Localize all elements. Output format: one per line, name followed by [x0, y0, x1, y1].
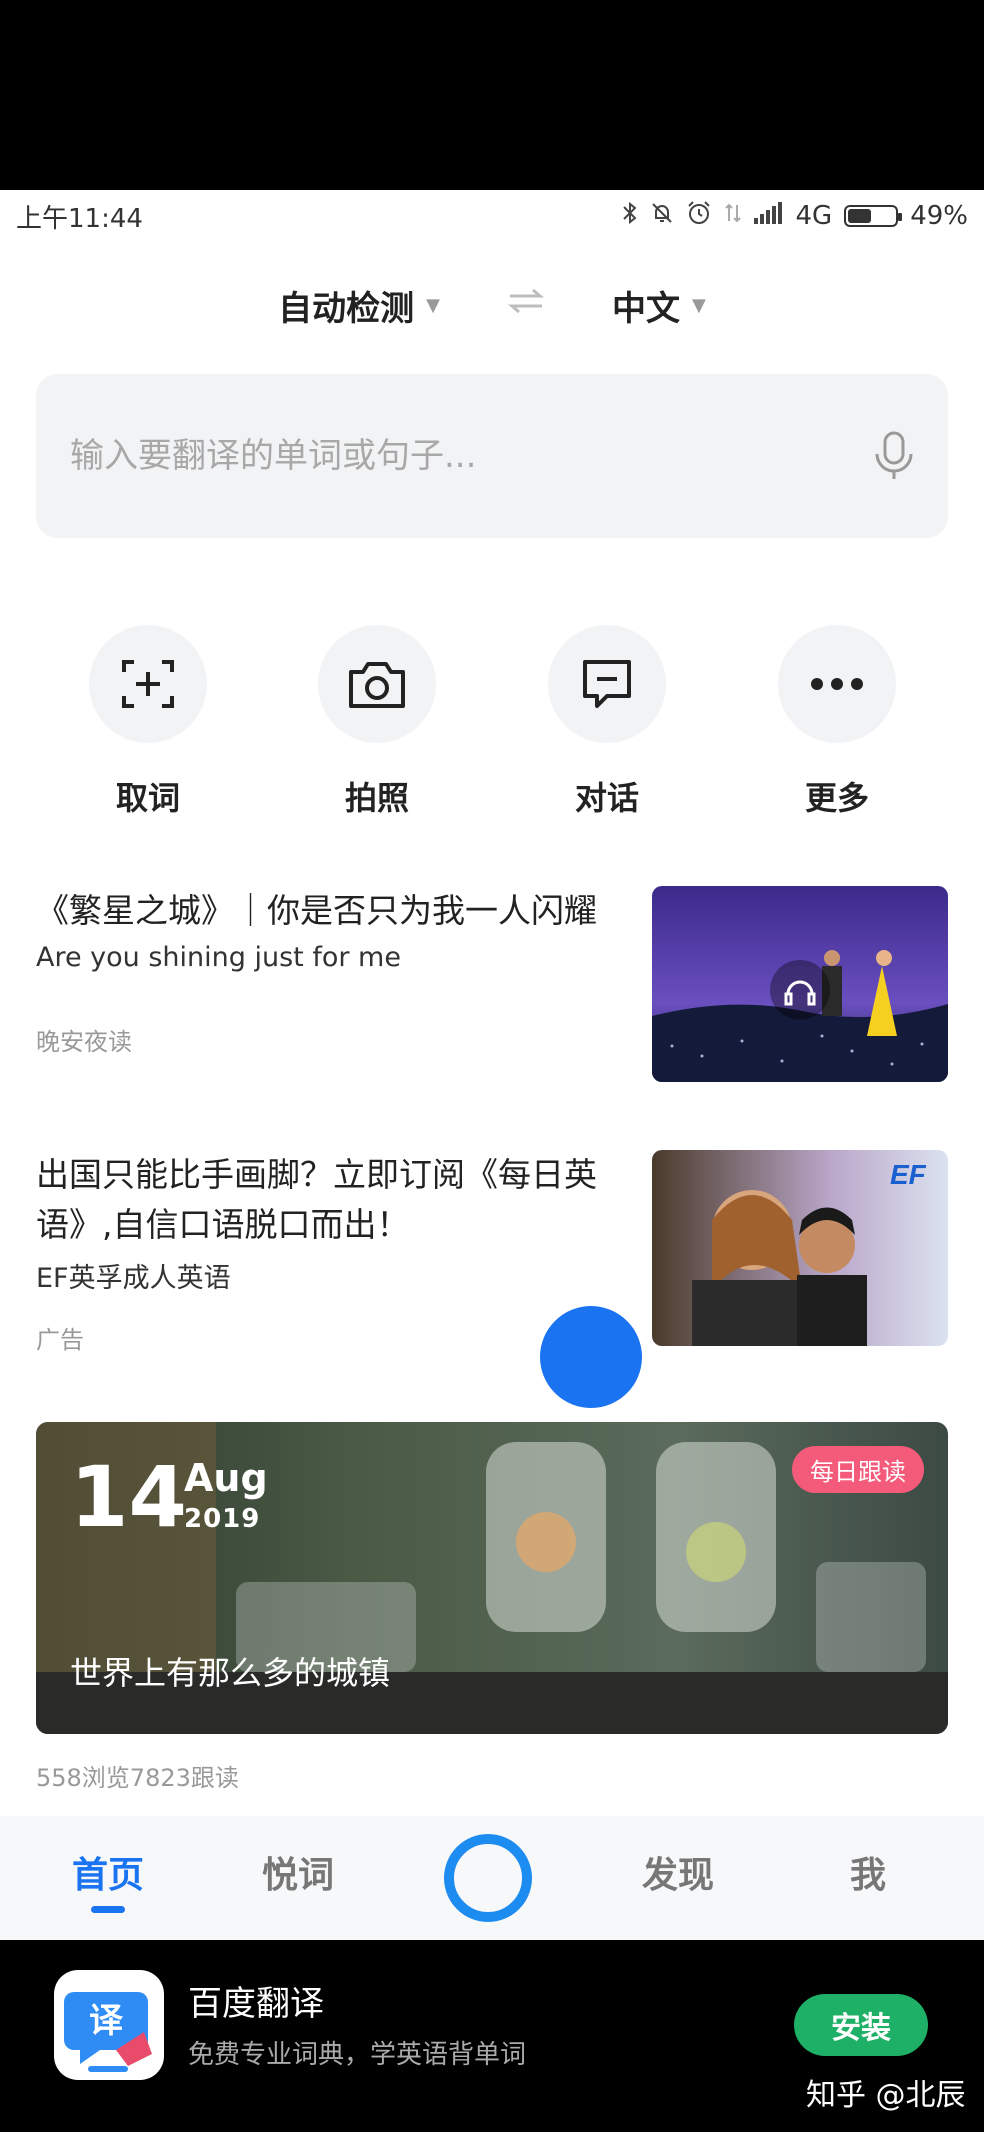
ad-label: 广告: [36, 1326, 84, 1354]
target-language-dropdown[interactable]: 中文 ▼: [612, 281, 706, 330]
ef-logo: EF: [890, 1159, 927, 1190]
promo-description: 免费专业词典，学英语背单词: [188, 2040, 527, 2070]
article-source: 晚安夜读: [36, 1028, 132, 1056]
daily-reading-card[interactable]: 14 Aug 2019 每日跟读 世界上有那么多的城镇: [36, 1422, 948, 1734]
tool-scan-word[interactable]: 取词: [68, 625, 228, 819]
battery-percent: 49%: [910, 201, 968, 231]
ad-title: 出国只能比手画脚？立即订阅《每日英语》,自信口语脱口而出！: [36, 1155, 597, 1244]
translate-input-box: [36, 374, 948, 538]
translate-input[interactable]: [68, 435, 852, 477]
daily-tag: 每日跟读: [792, 1446, 924, 1493]
tool-more[interactable]: 更多: [757, 625, 917, 819]
article-thumbnail: [652, 886, 948, 1082]
tool-dialogue[interactable]: 对话: [527, 625, 687, 819]
alarm-icon: [686, 200, 712, 233]
app-screen: 上午11:44 4G 49% 自动检测 ▼ 中文 ▼ 输入要翻译的单词或句子..…: [0, 190, 984, 1940]
tool-label: 对话: [574, 779, 639, 817]
mute-bell-icon: [650, 201, 674, 232]
swap-languages-button[interactable]: [506, 285, 546, 325]
tab-discover[interactable]: 发现: [642, 1846, 714, 1898]
daily-stats: 558浏览7823跟读: [36, 1764, 239, 1792]
install-button[interactable]: 安装: [794, 1994, 928, 2056]
scan-word-icon: [89, 625, 207, 743]
daily-phrase: 世界上有那么多的城镇: [70, 1654, 391, 1692]
tool-label: 更多: [804, 779, 869, 817]
floating-action-button[interactable]: [540, 1306, 642, 1408]
daily-month: Aug: [184, 1456, 268, 1500]
ad-thumbnail: EF: [652, 1150, 948, 1346]
daily-year: 2019: [184, 1504, 261, 1534]
target-language-label: 中文: [612, 288, 680, 329]
daily-day: 14: [70, 1448, 187, 1546]
active-tab-indicator: [91, 1906, 125, 1913]
article-card[interactable]: 《繁星之城》｜你是否只为我一人闪耀 Are you shining just f…: [36, 886, 948, 1086]
status-time: 上午11:44: [16, 203, 143, 234]
battery-icon: [844, 205, 903, 227]
center-action-button[interactable]: [444, 1834, 532, 1922]
network-type: 4G: [795, 201, 833, 231]
more-icon: [778, 625, 896, 743]
article-title: 《繁星之城》｜你是否只为我一人闪耀: [36, 891, 597, 930]
tab-me[interactable]: 我: [850, 1846, 886, 1898]
caret-down-icon: ▼: [426, 294, 440, 316]
signal-icon: [753, 201, 784, 231]
swap-icon: [507, 288, 545, 314]
microphone-icon[interactable]: [872, 430, 916, 482]
data-transfer-icon: [724, 201, 742, 232]
bottom-tab-bar: 首页 悦词 发现 我: [0, 1816, 984, 1940]
tool-label: 拍照: [344, 779, 409, 817]
promo-app-name: 百度翻译: [188, 1984, 324, 2024]
svg-text:译: 译: [89, 2001, 124, 2041]
camera-icon: [318, 625, 436, 743]
source-watermark: 知乎 @北辰: [806, 2078, 966, 2113]
source-language-label: 自动检测: [278, 288, 415, 329]
tool-label: 取词: [115, 779, 180, 817]
app-promo-banner: 译 百度翻译 免费专业词典，学英语背单词 安装 知乎 @北辰: [0, 1940, 984, 2132]
ad-card[interactable]: 出国只能比手画脚？立即订阅《每日英语》,自信口语脱口而出！ EF英孚成人英语 广…: [36, 1150, 948, 1370]
caret-down-icon: ▼: [692, 294, 706, 316]
tab-yueci[interactable]: 悦词: [262, 1846, 334, 1898]
dialogue-icon: [548, 625, 666, 743]
status-icons: 4G 49%: [622, 200, 968, 233]
status-bar: 上午11:44 4G 49%: [0, 190, 984, 242]
app-icon: 译: [54, 1970, 164, 2080]
bluetooth-icon: [622, 201, 638, 232]
tab-home[interactable]: 首页: [72, 1846, 144, 1898]
source-language-dropdown[interactable]: 自动检测 ▼: [278, 281, 440, 330]
language-selector: 自动检测 ▼ 中文 ▼: [0, 275, 984, 335]
tool-camera[interactable]: 拍照: [297, 625, 457, 819]
